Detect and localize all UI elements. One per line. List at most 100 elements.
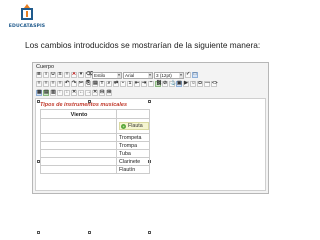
font-family-select[interactable]: Arial ▾ — [123, 71, 153, 79]
instrument-name: Trompeta — [119, 135, 142, 141]
outdent-icon[interactable]: ⇤ — [134, 81, 140, 87]
copy-icon[interactable]: ⎘ — [85, 81, 91, 87]
find-icon[interactable]: ⌕ — [106, 81, 112, 87]
redo-icon[interactable]: ↷ — [71, 81, 77, 87]
style-select-value: Estilo — [94, 72, 106, 78]
chevron-down-icon: ▾ — [179, 72, 183, 78]
insert-link-icon[interactable]: ⛓ — [155, 81, 162, 87]
instrument-name: Tuba — [119, 151, 131, 157]
toolbar-row-2: ≡ ≡ ≡ ≡ ↶ ↷ ✂ ⎘ ▤ T ⌕ ⇄ • 1 ⇤ ⇥ " ⛓ ⊘ ⚓ … — [36, 80, 265, 88]
italic-icon[interactable]: I — [43, 72, 49, 78]
replace-icon[interactable]: ⇄ — [113, 81, 119, 87]
highlight-color-icon[interactable]: ▾ — [78, 72, 84, 78]
table-row[interactable]: Clarinete — [40, 158, 150, 166]
split-cells-icon[interactable]: ⊟ — [99, 90, 105, 96]
table-row[interactable]: Tuba — [40, 150, 150, 158]
table-row[interactable]: Flautín — [40, 166, 150, 174]
indent-icon[interactable]: ⇥ — [141, 81, 147, 87]
cut-icon[interactable]: ✂ — [78, 81, 84, 87]
bold-icon[interactable]: B — [36, 72, 42, 78]
strikethrough-icon[interactable]: S — [57, 72, 63, 78]
align-left-icon[interactable]: ≡ — [36, 81, 42, 87]
instrument-name: Clarinete — [119, 159, 141, 165]
highlighted-cell[interactable]: + Flauta — [119, 122, 149, 130]
table-cell[interactable]: Trompa — [117, 142, 149, 149]
table-cell[interactable]: Viento — [41, 110, 117, 118]
code-icon[interactable]: <> — [211, 81, 218, 87]
paste-icon[interactable]: ▤ — [92, 81, 98, 87]
bullet-list-icon[interactable]: • — [120, 81, 126, 87]
font-size-select[interactable]: 3 (12pt) ▾ — [154, 71, 184, 79]
blockquote-icon[interactable]: " — [148, 81, 154, 87]
insert-col-before-icon[interactable]: ← — [78, 90, 84, 96]
table-cell[interactable] — [41, 119, 117, 133]
editor-field-label: Cuerpo — [36, 64, 55, 70]
clear-format-icon[interactable]: ⌫ — [85, 72, 93, 78]
table-cell[interactable] — [41, 158, 117, 165]
table-cell[interactable]: Tuba — [117, 150, 149, 157]
toolbar-row-1: B I U S ≡ A ▾ ⌫ Estilo ▾ Arial ▾ 3 (12pt… — [36, 71, 265, 79]
plus-circle-icon: + — [121, 124, 126, 129]
highlighted-cell-label: Flauta — [128, 123, 143, 129]
table-cell[interactable]: Flautín — [117, 166, 149, 173]
editor-document[interactable]: Tipos de instrumentos musicales Viento +… — [35, 98, 266, 234]
table-header-label: Viento — [70, 112, 88, 118]
table-cell-props-icon[interactable]: ▥ — [50, 90, 56, 96]
table-row[interactable]: + Flauta — [40, 119, 150, 134]
insert-media-icon[interactable]: ▶ — [183, 81, 189, 87]
table-cell[interactable]: + Flauta — [117, 119, 149, 133]
resize-handle[interactable] — [88, 231, 91, 234]
instrument-name: Trompa — [119, 143, 138, 149]
fullscreen-icon[interactable]: □ — [192, 72, 198, 78]
insert-col-after-icon[interactable]: → — [85, 90, 91, 96]
chevron-down-icon: ▾ — [148, 72, 152, 78]
table-cell[interactable] — [117, 110, 149, 118]
table-row[interactable]: Trompeta — [40, 134, 150, 142]
anchor-icon[interactable]: ⚓ — [169, 81, 176, 87]
unlink-icon[interactable]: ⊘ — [162, 81, 168, 87]
table-cell[interactable]: Clarinete — [117, 158, 149, 165]
undo-icon[interactable]: ↶ — [64, 81, 70, 87]
font-color-icon[interactable]: A — [71, 72, 77, 78]
table-cell[interactable] — [41, 150, 117, 157]
slide-caption: Los cambios introducidos se mostrarían d… — [25, 40, 261, 50]
instrument-name: Flautín — [119, 167, 136, 173]
align-center-icon[interactable]: ≡ — [43, 81, 49, 87]
insert-row-after-icon[interactable]: ↓ — [64, 90, 70, 96]
font-size-value: 3 (12pt) — [156, 72, 172, 78]
align-right-icon[interactable]: ≡ — [50, 81, 56, 87]
align-justify-icon[interactable]: ≡ — [57, 81, 63, 87]
resize-handle[interactable] — [88, 100, 91, 103]
resize-handle[interactable] — [37, 100, 40, 103]
table-cell[interactable] — [41, 142, 117, 149]
table-header-row[interactable]: Viento — [40, 109, 150, 119]
instruments-table[interactable]: Viento + Flauta Trompeta Trompa Tuba Cla… — [40, 109, 150, 174]
insert-row-before-icon[interactable]: ↑ — [57, 90, 63, 96]
pencil-book-icon — [21, 4, 33, 20]
underline-icon[interactable]: U — [50, 72, 56, 78]
delete-col-icon[interactable]: ✕ — [92, 90, 98, 96]
numbered-list-icon[interactable]: 1 — [127, 81, 133, 87]
special-char-icon[interactable]: Ω — [197, 81, 203, 87]
table-caption: Tipos de instrumentos musicales — [40, 102, 128, 108]
merge-cells-icon[interactable]: ⊞ — [106, 90, 112, 96]
emoticon-icon[interactable]: ☺ — [190, 81, 196, 87]
table-row-props-icon[interactable]: ▤ — [43, 90, 49, 96]
paste-text-icon[interactable]: T — [99, 81, 105, 87]
resize-handle[interactable] — [148, 100, 151, 103]
delete-row-icon[interactable]: ✕ — [71, 90, 77, 96]
text-align-icon[interactable]: ≡ — [64, 72, 70, 78]
table-cell[interactable] — [41, 166, 117, 173]
spellcheck-icon[interactable]: ✓ — [185, 72, 191, 78]
table-row[interactable]: Trompa — [40, 142, 150, 150]
resize-handle[interactable] — [37, 231, 40, 234]
style-select[interactable]: Estilo ▾ — [92, 71, 122, 79]
table-cell[interactable]: Trompeta — [117, 134, 149, 141]
insert-image-icon[interactable]: ▣ — [176, 81, 182, 87]
horizontal-rule-icon[interactable]: — — [204, 81, 210, 87]
font-family-value: Arial — [125, 72, 135, 78]
toolbar-row-3: ▦ ▤ ▥ ↑ ↓ ✕ ← → ✕ ⊟ ⊞ — [36, 89, 265, 97]
insert-table-icon[interactable]: ▦ — [36, 90, 42, 96]
resize-handle[interactable] — [148, 231, 151, 234]
table-cell[interactable] — [41, 134, 117, 141]
